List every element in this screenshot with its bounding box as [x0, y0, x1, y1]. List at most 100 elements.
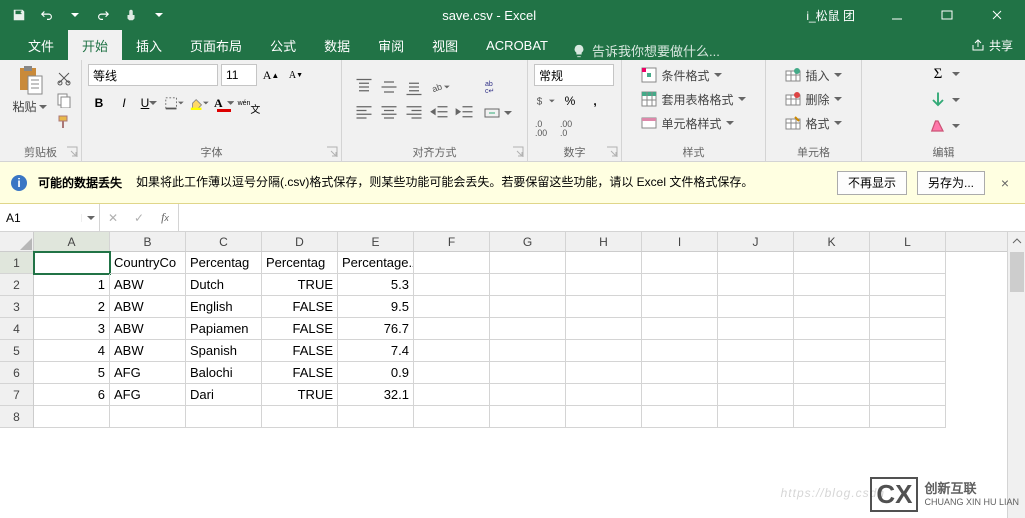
column-header[interactable]: F	[414, 232, 490, 251]
column-header[interactable]: L	[870, 232, 946, 251]
delete-cells-button[interactable]: 删除	[781, 88, 845, 110]
column-header[interactable]: J	[718, 232, 794, 251]
qat-customize-icon[interactable]	[146, 2, 172, 28]
cell[interactable]	[870, 318, 946, 340]
cell[interactable]	[110, 406, 186, 428]
cell[interactable]	[794, 362, 870, 384]
cell[interactable]	[870, 296, 946, 318]
border-button[interactable]	[163, 92, 185, 114]
increase-indent-icon[interactable]	[454, 102, 476, 124]
cell[interactable]	[566, 362, 642, 384]
cell[interactable]: TRUE	[262, 274, 338, 296]
decrease-decimal-icon[interactable]: .00.0	[559, 116, 581, 138]
column-header[interactable]: B	[110, 232, 186, 251]
scroll-thumb[interactable]	[1010, 252, 1024, 292]
cell[interactable]	[34, 406, 110, 428]
dialog-launcher-icon[interactable]	[65, 145, 79, 159]
tab-home[interactable]: 开始	[68, 30, 122, 60]
cell[interactable]: Papiamen	[186, 318, 262, 340]
italic-button[interactable]: I	[113, 92, 135, 114]
align-top-icon[interactable]	[353, 76, 375, 98]
cell[interactable]: Percentag	[186, 252, 262, 274]
row-header[interactable]: 2	[0, 274, 33, 296]
cell[interactable]	[490, 318, 566, 340]
tab-data[interactable]: 数据	[310, 30, 364, 60]
cell[interactable]: 4	[34, 340, 110, 362]
tell-me[interactable]: 告诉我你想要做什么...	[572, 41, 720, 60]
row-header[interactable]: 7	[0, 384, 33, 406]
cell[interactable]	[642, 384, 718, 406]
touch-mode-icon[interactable]	[118, 2, 144, 28]
cell[interactable]	[718, 340, 794, 362]
cell[interactable]	[718, 274, 794, 296]
message-close-icon[interactable]: ×	[995, 175, 1015, 191]
cell[interactable]	[490, 340, 566, 362]
cell[interactable]	[414, 318, 490, 340]
align-right-icon[interactable]	[403, 102, 425, 124]
row-header[interactable]: 8	[0, 406, 33, 428]
name-box-input[interactable]	[6, 211, 76, 225]
cell[interactable]: ABW	[110, 318, 186, 340]
cancel-formula-icon[interactable]: ✕	[100, 204, 126, 231]
cell[interactable]	[870, 384, 946, 406]
cell[interactable]	[718, 384, 794, 406]
cell[interactable]	[870, 252, 946, 274]
dialog-launcher-icon[interactable]	[511, 145, 525, 159]
tab-insert[interactable]: 插入	[122, 30, 176, 60]
cell[interactable]	[870, 406, 946, 428]
minimize-button[interactable]	[877, 0, 917, 30]
fill-icon[interactable]	[927, 89, 949, 111]
cell[interactable]	[642, 252, 718, 274]
cell[interactable]: 76.7	[338, 318, 414, 340]
number-format-input[interactable]	[534, 64, 614, 86]
wrap-text-button[interactable]: abc↵	[480, 76, 516, 98]
cell[interactable]: ABW	[110, 274, 186, 296]
cell[interactable]	[642, 406, 718, 428]
cell[interactable]: TRUE	[262, 384, 338, 406]
close-button[interactable]	[977, 0, 1017, 30]
cell[interactable]: FALSE	[262, 296, 338, 318]
cell[interactable]: 0.9	[338, 362, 414, 384]
cell[interactable]	[338, 406, 414, 428]
copy-icon[interactable]	[55, 91, 73, 109]
cut-icon[interactable]	[55, 69, 73, 87]
cell[interactable]	[718, 362, 794, 384]
row-header[interactable]: 5	[0, 340, 33, 362]
font-name-input[interactable]	[88, 64, 218, 86]
name-box-dropdown-icon[interactable]	[81, 214, 99, 222]
cell[interactable]	[794, 252, 870, 274]
cell[interactable]	[718, 406, 794, 428]
tab-file[interactable]: 文件	[14, 30, 68, 60]
select-all-corner[interactable]	[0, 232, 34, 252]
column-header[interactable]: I	[642, 232, 718, 251]
tab-acrobat[interactable]: ACROBAT	[472, 30, 562, 60]
row-header[interactable]: 1	[0, 252, 33, 274]
cell-styles-button[interactable]: 单元格样式	[637, 112, 737, 134]
insert-cells-button[interactable]: 插入	[781, 64, 845, 86]
cell[interactable]	[414, 406, 490, 428]
cell[interactable]	[642, 274, 718, 296]
cell[interactable]	[566, 252, 642, 274]
cell[interactable]	[642, 296, 718, 318]
cell[interactable]: English	[186, 296, 262, 318]
cell[interactable]	[414, 296, 490, 318]
cell[interactable]	[490, 296, 566, 318]
cell[interactable]	[566, 274, 642, 296]
cell[interactable]: 2	[34, 296, 110, 318]
increase-font-icon[interactable]: A▲	[260, 64, 282, 86]
cell[interactable]: Percentage.2	[338, 252, 414, 274]
comma-icon[interactable]: ,	[584, 90, 606, 112]
cell[interactable]	[414, 362, 490, 384]
cell[interactable]	[414, 252, 490, 274]
cell[interactable]	[490, 252, 566, 274]
column-header[interactable]: G	[490, 232, 566, 251]
cell[interactable]	[566, 340, 642, 362]
cell[interactable]: 3	[34, 318, 110, 340]
vertical-scrollbar[interactable]	[1007, 232, 1025, 518]
cell[interactable]	[490, 384, 566, 406]
cell[interactable]	[870, 274, 946, 296]
cell[interactable]	[186, 406, 262, 428]
cell[interactable]	[794, 340, 870, 362]
cell[interactable]	[490, 274, 566, 296]
cells-area[interactable]: CountryCoPercentagPercentagPercentage.21…	[34, 252, 1007, 428]
